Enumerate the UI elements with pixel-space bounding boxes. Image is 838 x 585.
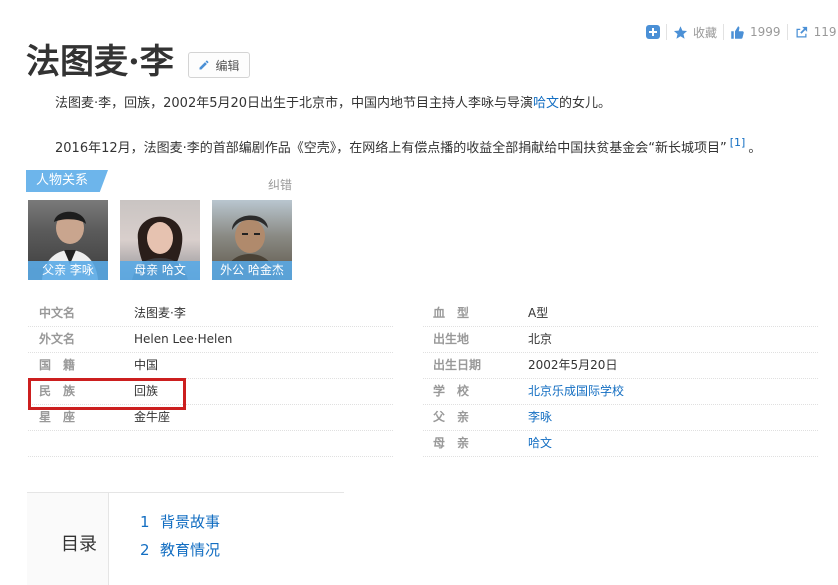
info-label: 出生地	[433, 332, 470, 346]
summary-paragraph-2: 2016年12月，法图麦·李的首部编剧作品《空壳》，在网络上有偿点播的收益全部捐…	[55, 133, 761, 159]
row-divider	[423, 456, 818, 457]
relations-tag: 人物关系	[26, 170, 108, 192]
row-divider	[423, 404, 818, 405]
toc-item-background[interactable]: 1 背景故事	[140, 511, 220, 532]
favorite-button[interactable]: 收藏	[667, 22, 723, 42]
toc-sidebar: 目录	[27, 493, 109, 585]
page-title: 法图麦·李	[26, 42, 174, 82]
summary-text: 。	[748, 141, 762, 156]
row-divider	[28, 430, 393, 431]
row-divider	[423, 378, 818, 379]
favorite-label: 收藏	[693, 25, 718, 40]
info-value: 中国	[134, 358, 159, 372]
toc-item-label: 教育情况	[160, 541, 221, 559]
row-divider	[28, 456, 393, 457]
toc-item-education[interactable]: 2 教育情况	[140, 539, 220, 560]
toc-title: 目录	[61, 534, 97, 555]
school-link[interactable]: 北京乐成国际学校	[528, 378, 624, 404]
info-label: 中文名	[39, 306, 76, 320]
info-row: 外文名 Helen Lee·Helen 出生地 北京	[28, 326, 818, 352]
toc-item-number: 1	[140, 513, 150, 531]
info-label: 母 亲	[433, 436, 470, 450]
share-count: 119	[813, 25, 837, 39]
pencil-icon	[199, 60, 209, 70]
relation-card-mother[interactable]: 母亲 哈文	[120, 200, 200, 280]
row-divider	[423, 430, 818, 431]
summary-text: 法图麦·李，回族，2002年5月20日出生于北京市，中国内地节目主持人李咏与导演	[55, 96, 534, 111]
like-count: 1999	[750, 25, 781, 39]
ethnicity-highlight-box	[28, 378, 186, 410]
row-divider	[28, 326, 393, 327]
toc-item-label: 背景故事	[160, 513, 221, 531]
row-divider	[423, 326, 818, 327]
thumbs-up-icon	[731, 25, 744, 39]
info-label: 学 校	[433, 384, 470, 398]
info-value: 法图麦·李	[134, 306, 186, 320]
info-value: 2002年5月20日	[528, 358, 618, 372]
summary-text: 的女儿。	[559, 96, 612, 111]
add-to-list-button[interactable]	[640, 22, 666, 42]
page-toolbar: 收藏 1999 119	[640, 22, 838, 42]
relation-card-father[interactable]: 父亲 李咏	[28, 200, 108, 280]
info-label: 国 籍	[39, 358, 76, 372]
father-link[interactable]: 李咏	[528, 404, 552, 430]
info-value: A型	[528, 306, 549, 320]
info-row: 母 亲 哈文	[28, 430, 818, 456]
info-value: 北京	[528, 332, 553, 346]
row-divider	[423, 352, 818, 353]
relation-caption: 父亲 李咏	[28, 261, 108, 280]
relation-caption: 母亲 哈文	[120, 261, 200, 280]
relation-card-grandfather[interactable]: 外公 哈金杰	[212, 200, 292, 280]
info-row: 中文名 法图麦·李 血 型 A型	[28, 300, 818, 326]
share-icon	[796, 26, 807, 37]
row-divider	[28, 352, 393, 353]
relation-caption: 外公 哈金杰	[212, 261, 292, 280]
info-label: 外文名	[39, 332, 76, 346]
summary-paragraph-1: 法图麦·李，回族，2002年5月20日出生于北京市，中国内地节目主持人李咏与导演…	[55, 94, 611, 114]
info-row: 国 籍 中国 出生日期 2002年5月20日	[28, 352, 818, 378]
like-button[interactable]: 1999	[724, 22, 787, 42]
summary-text: 2016年12月，法图麦·李的首部编剧作品《空壳》，在网络上有偿点播的收益全部捐…	[55, 141, 727, 156]
mother-link[interactable]: 哈文	[533, 96, 559, 111]
reference-link[interactable]: [1]	[730, 136, 746, 149]
correct-error-link[interactable]: 纠错	[268, 176, 292, 193]
star-icon	[673, 25, 688, 39]
info-label: 出生日期	[433, 358, 482, 372]
edit-button[interactable]: 编辑	[188, 52, 250, 78]
info-value: Helen Lee·Helen	[134, 332, 233, 346]
plus-square-icon	[646, 25, 660, 39]
info-label: 血 型	[433, 306, 470, 320]
edit-label: 编辑	[215, 58, 240, 73]
mother-info-link[interactable]: 哈文	[528, 430, 552, 456]
toc-item-number: 2	[140, 541, 150, 559]
share-button[interactable]: 119	[788, 22, 838, 42]
info-label: 父 亲	[433, 410, 470, 424]
